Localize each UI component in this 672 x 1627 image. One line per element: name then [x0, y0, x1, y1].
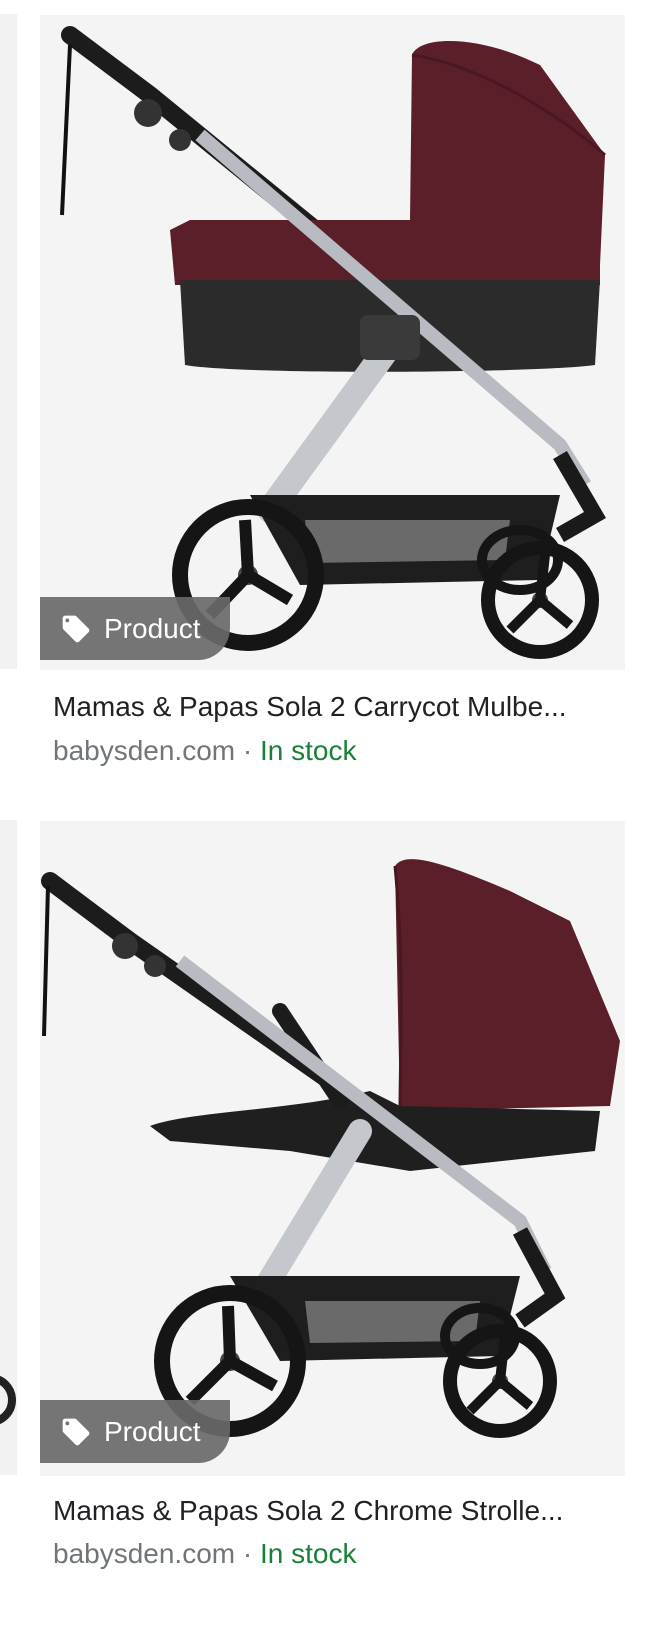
badge-label: Product [104, 612, 201, 644]
tag-icon [60, 613, 92, 645]
meta-separator: · [235, 735, 260, 766]
previous-card-wheel [0, 1376, 16, 1424]
product-meta: babysden.com · In stock [53, 1538, 356, 1570]
meta-separator: · [235, 1538, 260, 1569]
previous-card-edge [0, 820, 17, 1475]
badge-label: Product [104, 1415, 201, 1447]
source-domain[interactable]: babysden.com [53, 1538, 235, 1569]
product-badge: Product [40, 597, 230, 660]
tag-icon [60, 1416, 92, 1448]
chrome-stroller-image [40, 821, 625, 1476]
product-title[interactable]: Mamas & Papas Sola 2 Carrycot Mulbe... [53, 691, 613, 723]
product-image[interactable] [40, 15, 625, 670]
source-domain[interactable]: babysden.com [53, 735, 235, 766]
carrycot-stroller-image [40, 15, 625, 670]
stock-status: In stock [260, 1538, 357, 1569]
previous-card-edge [0, 14, 17, 669]
product-title[interactable]: Mamas & Papas Sola 2 Chrome Strolle... [53, 1495, 613, 1527]
stock-status: In stock [260, 735, 357, 766]
product-badge: Product [40, 1400, 230, 1463]
product-meta: babysden.com · In stock [53, 735, 356, 767]
product-image[interactable] [40, 821, 625, 1476]
